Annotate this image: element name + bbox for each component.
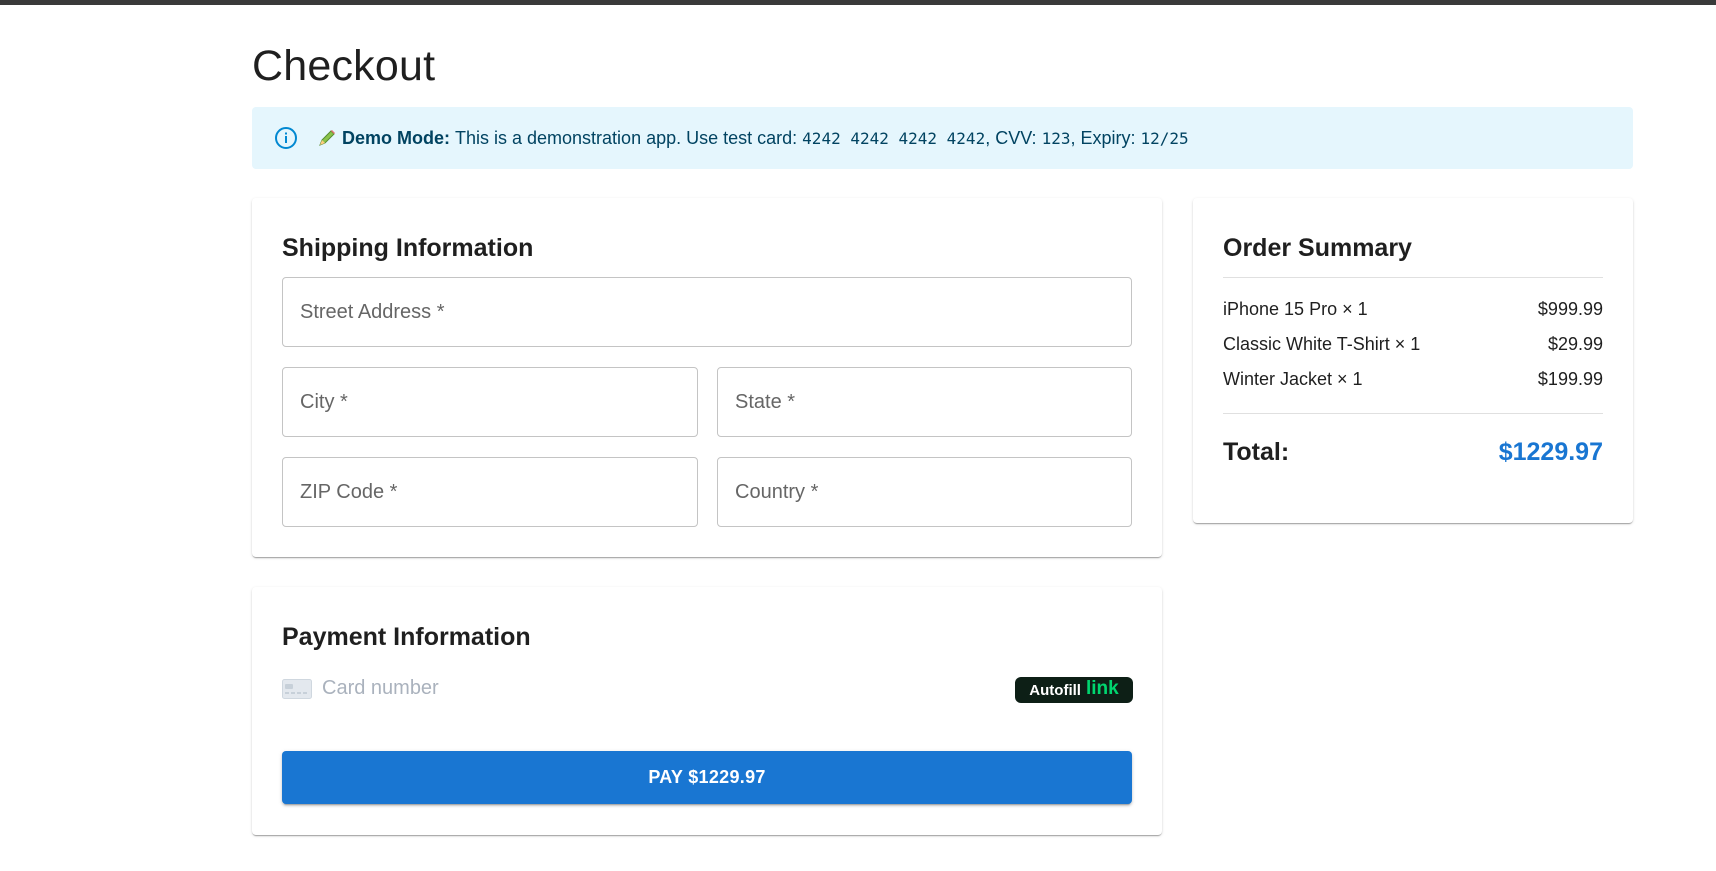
payment-title: Payment Information [282,623,531,651]
alert-expiry: 12/25 [1140,128,1189,148]
pay-button[interactable]: PAY $1229.97 [282,751,1132,804]
summary-item-price: $29.99 [1547,334,1603,354]
total-value: $1229.97 [1498,438,1603,466]
state-label: State * [735,390,796,413]
alert-cvv-label: , CVV: [985,127,1042,148]
alert-bold-label: Demo Mode: [342,127,450,148]
alert-expiry-label: , Expiry: [1070,127,1141,148]
summary-item-price: $999.99 [1537,299,1603,319]
summary-item: Classic White T-Shirt × 1 $29.99 [1223,334,1603,355]
info-icon [274,126,298,150]
autofill-label: Autofill [1029,681,1081,699]
shipping-card: Shipping Information Street Address * Ci… [252,198,1162,557]
total-label: Total: [1223,438,1290,466]
summary-divider-bottom [1223,413,1603,414]
country-field[interactable]: Country * [717,457,1132,527]
state-field[interactable]: State * [717,367,1132,437]
browser-top-strip [0,0,1716,5]
demo-mode-alert: Demo Mode: This is a demonstration app. … [252,107,1633,169]
summary-item-name: Classic White T-Shirt × 1 [1223,334,1421,354]
payment-card: Payment Information Card number Autofill… [252,587,1162,835]
street-address-label: Street Address * [300,300,445,323]
street-address-field[interactable]: Street Address * [282,277,1132,347]
shipping-title: Shipping Information [282,234,534,262]
zip-code-label: ZIP Code * [300,480,398,503]
pencil-icon [316,127,338,149]
order-summary-title: Order Summary [1223,234,1412,262]
alert-test-card: 4242 4242 4242 4242 [802,128,986,148]
order-summary-card: Order Summary iPhone 15 Pro × 1 $999.99 … [1193,198,1633,523]
summary-item: iPhone 15 Pro × 1 $999.99 [1223,299,1603,320]
city-label: City * [300,390,348,413]
page-title: Checkout [252,42,436,90]
country-label: Country * [735,480,819,503]
card-number-placeholder: Card number [322,677,439,699]
summary-item-name: Winter Jacket × 1 [1223,369,1363,389]
alert-cvv: 123 [1041,128,1071,148]
summary-item: Winter Jacket × 1 $199.99 [1223,369,1603,390]
zip-code-field[interactable]: ZIP Code * [282,457,698,527]
summary-item-name: iPhone 15 Pro × 1 [1223,299,1368,319]
link-logo: link [1085,677,1119,699]
card-number-input[interactable]: Card number [282,677,439,700]
total-row: Total: $1229.97 [1223,438,1603,467]
autofill-link-button[interactable]: Autofill link [1015,677,1133,703]
city-field[interactable]: City * [282,367,698,437]
alert-text: This is a demonstration app. Use test ca… [455,127,803,148]
credit-card-icon [282,678,312,699]
summary-divider-top [1223,277,1603,278]
summary-item-price: $199.99 [1537,369,1603,389]
